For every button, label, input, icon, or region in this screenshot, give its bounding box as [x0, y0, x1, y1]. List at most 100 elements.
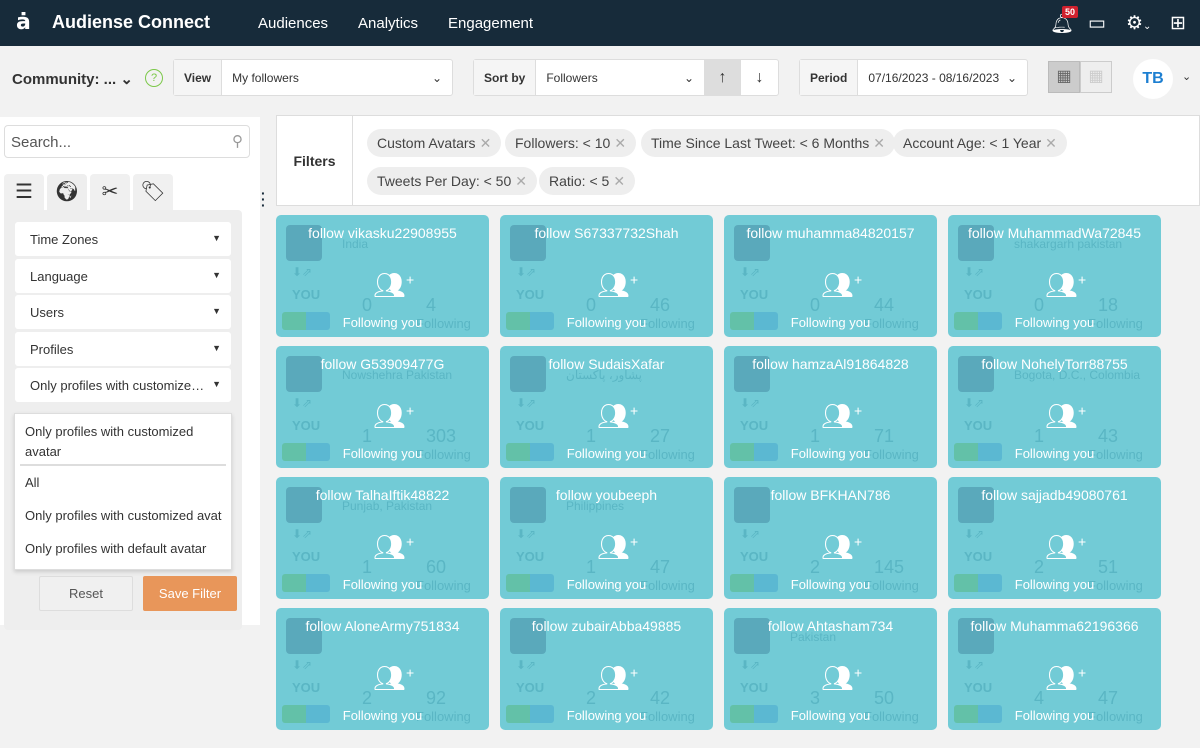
- avatar-filter-dropdown[interactable]: Only profiles with customize… ▼: [15, 368, 231, 402]
- reset-button[interactable]: Reset: [39, 576, 133, 611]
- add-user-icon[interactable]: 👥︎+: [821, 270, 862, 301]
- filters-label: Filters: [277, 116, 353, 205]
- profile-card[interactable]: ⬇⇗ YOU 2 51 Following follow sajjadb4908…: [948, 477, 1161, 599]
- add-user-icon[interactable]: 👥︎+: [597, 663, 638, 694]
- audiense-logo-icon[interactable]: ȧ: [16, 10, 31, 35]
- chat-icon[interactable]: ▭: [1088, 12, 1106, 35]
- add-user-icon[interactable]: 👥︎+: [821, 663, 862, 694]
- period-select[interactable]: Period 07/16/2023 - 08/16/2023 ⌄: [799, 59, 1028, 96]
- search-icon[interactable]: ⚲: [232, 132, 243, 150]
- tab-settings-sliders[interactable]: ☰: [4, 174, 44, 211]
- follow-button[interactable]: follow hamzaAl91864828: [724, 356, 937, 372]
- language-dropdown[interactable]: Language ▼: [15, 259, 231, 293]
- profile-card[interactable]: Philippines ⬇⇗ YOU 1 47 Following follow…: [500, 477, 713, 599]
- you-label: YOU: [740, 549, 769, 564]
- apps-grid-icon[interactable]: ⊞: [1170, 12, 1186, 35]
- add-user-icon[interactable]: 👥︎+: [1045, 270, 1086, 301]
- follow-button[interactable]: follow youbeeph: [500, 487, 713, 503]
- remove-filter-icon[interactable]: ✕: [515, 173, 527, 189]
- profile-card[interactable]: shakargarh pakistan ⬇⇗ YOU 0 18 Followin…: [948, 215, 1161, 337]
- add-user-icon[interactable]: 👥︎+: [1045, 663, 1086, 694]
- view-select[interactable]: View My followers ⌄: [173, 59, 453, 96]
- remove-filter-icon[interactable]: ✕: [480, 135, 492, 151]
- add-user-icon[interactable]: 👥︎+: [597, 532, 638, 563]
- sort-descending-button[interactable]: ↓: [741, 60, 778, 95]
- save-filter-button[interactable]: Save Filter: [143, 576, 237, 611]
- profile-card[interactable]: ⬇⇗ YOU 1 71 Following follow hamzaAl9186…: [724, 346, 937, 468]
- profile-card[interactable]: ⬇⇗ YOU 2 145 Following follow BFKHAN786 …: [724, 477, 937, 599]
- nav-audiences[interactable]: Audiences: [258, 15, 328, 32]
- menu-option-customized[interactable]: Only profiles with customized avat: [15, 499, 231, 532]
- brand-name[interactable]: Audiense Connect: [52, 12, 210, 33]
- add-user-icon[interactable]: 👥︎+: [373, 663, 414, 694]
- menu-option-all[interactable]: All: [15, 466, 231, 499]
- notification-badge: 50: [1062, 6, 1079, 18]
- profile-card[interactable]: ⬇⇗ YOU 4 47 Following follow Muhamma6219…: [948, 608, 1161, 730]
- help-icon[interactable]: ?: [145, 69, 163, 87]
- add-user-icon[interactable]: 👥︎+: [821, 401, 862, 432]
- grid-view-small-button[interactable]: ▦: [1080, 61, 1112, 93]
- follow-direction-icon: ⬇⇗: [740, 265, 761, 279]
- following-count: 60: [426, 557, 447, 577]
- search-placeholder: Search...: [11, 134, 72, 151]
- account-avatar[interactable]: TB: [1133, 59, 1173, 99]
- follow-button[interactable]: follow sajjadb49080761: [948, 487, 1161, 503]
- profile-card[interactable]: Bogota, D.C., Colombia ⬇⇗ YOU 1 43 Follo…: [948, 346, 1161, 468]
- users-dropdown[interactable]: Users ▼: [15, 295, 231, 329]
- follow-button[interactable]: follow vikasku22908955: [276, 225, 489, 241]
- remove-filter-icon[interactable]: ✕: [873, 135, 885, 151]
- following-count: 4: [426, 295, 437, 315]
- follow-button[interactable]: follow TalhaIftik48822: [276, 487, 489, 503]
- add-user-icon[interactable]: 👥︎+: [373, 270, 414, 301]
- add-user-icon[interactable]: 👥︎+: [597, 270, 638, 301]
- profiles-dropdown[interactable]: Profiles ▼: [15, 332, 231, 366]
- chevron-down-icon[interactable]: ⌄: [1182, 70, 1191, 83]
- add-user-icon[interactable]: 👥︎+: [597, 401, 638, 432]
- follow-button[interactable]: follow MuhammadWa72845: [948, 225, 1161, 241]
- tab-scissors[interactable]: ✂: [90, 174, 130, 211]
- follow-button[interactable]: follow BFKHAN786: [724, 487, 937, 503]
- follow-button[interactable]: follow zubairAbba49885: [500, 618, 713, 634]
- search-input[interactable]: Search... ⚲: [4, 125, 250, 158]
- add-user-icon[interactable]: 👥︎+: [373, 401, 414, 432]
- follow-button[interactable]: follow NohelyTorr88755: [948, 356, 1161, 372]
- tab-globe[interactable]: 🌍︎: [47, 174, 87, 211]
- follow-button[interactable]: follow S67337732Shah: [500, 225, 713, 241]
- sort-ascending-button[interactable]: ↑: [704, 60, 741, 95]
- add-user-icon[interactable]: 👥︎+: [1045, 401, 1086, 432]
- profile-card[interactable]: پشاور، پاکستان ⬇⇗ YOU 1 27 Following fol…: [500, 346, 713, 468]
- profile-card[interactable]: India ⬇⇗ YOU 0 4 Following follow vikask…: [276, 215, 489, 337]
- nav-analytics[interactable]: Analytics: [358, 15, 418, 32]
- globe-icon: 🌍︎: [54, 181, 80, 203]
- add-user-icon[interactable]: 👥︎+: [821, 532, 862, 563]
- gear-icon[interactable]: ⚙︎⌄: [1126, 12, 1151, 35]
- follow-button[interactable]: follow muhamma84820157: [724, 225, 937, 241]
- profile-card[interactable]: ⬇⇗ YOU 0 44 Following follow muhamma8482…: [724, 215, 937, 337]
- following-you-label: Following you: [342, 708, 423, 723]
- profile-card[interactable]: ⬇⇗ YOU 2 42 Following follow zubairAbba4…: [500, 608, 713, 730]
- follow-button[interactable]: follow SudaisXafar: [500, 356, 713, 372]
- add-user-icon[interactable]: 👥︎+: [1045, 532, 1086, 563]
- panel-resize-handle[interactable]: · · ·: [261, 186, 266, 212]
- add-user-icon[interactable]: 👥︎+: [373, 532, 414, 563]
- follow-button[interactable]: follow AloneArmy751834: [276, 618, 489, 634]
- remove-filter-icon[interactable]: ✕: [1045, 135, 1057, 151]
- remove-filter-icon[interactable]: ✕: [613, 173, 625, 189]
- menu-option-default[interactable]: Only profiles with default avatar: [15, 532, 231, 565]
- profile-card[interactable]: Nowshehra Pakistan ⬇⇗ YOU 1 303 Followin…: [276, 346, 489, 468]
- profile-card[interactable]: ⬇⇗ YOU 2 92 Following follow AloneArmy75…: [276, 608, 489, 730]
- profile-card[interactable]: Pakistan ⬇⇗ YOU 3 50 Following follow Ah…: [724, 608, 937, 730]
- followers-count: 1: [362, 557, 373, 577]
- community-selector[interactable]: Community: ... ⌄: [12, 70, 133, 88]
- remove-filter-icon[interactable]: ✕: [614, 135, 626, 151]
- follow-button[interactable]: follow Ahtasham734: [724, 618, 937, 634]
- tab-tags[interactable]: 🏷︎: [133, 174, 173, 211]
- sort-select[interactable]: Sort by Followers ⌄ ↑ ↓: [473, 59, 779, 96]
- nav-engagement[interactable]: Engagement: [448, 15, 533, 32]
- follow-button[interactable]: follow G53909477G: [276, 356, 489, 372]
- profile-card[interactable]: Punjab, Pakistan ⬇⇗ YOU 1 60 Following f…: [276, 477, 489, 599]
- grid-view-large-button[interactable]: ▦: [1048, 61, 1080, 93]
- time-zones-dropdown[interactable]: Time Zones ▼: [15, 222, 231, 256]
- follow-button[interactable]: follow Muhamma62196366: [948, 618, 1161, 634]
- profile-card[interactable]: ⬇⇗ YOU 0 46 Following follow S67337732Sh…: [500, 215, 713, 337]
